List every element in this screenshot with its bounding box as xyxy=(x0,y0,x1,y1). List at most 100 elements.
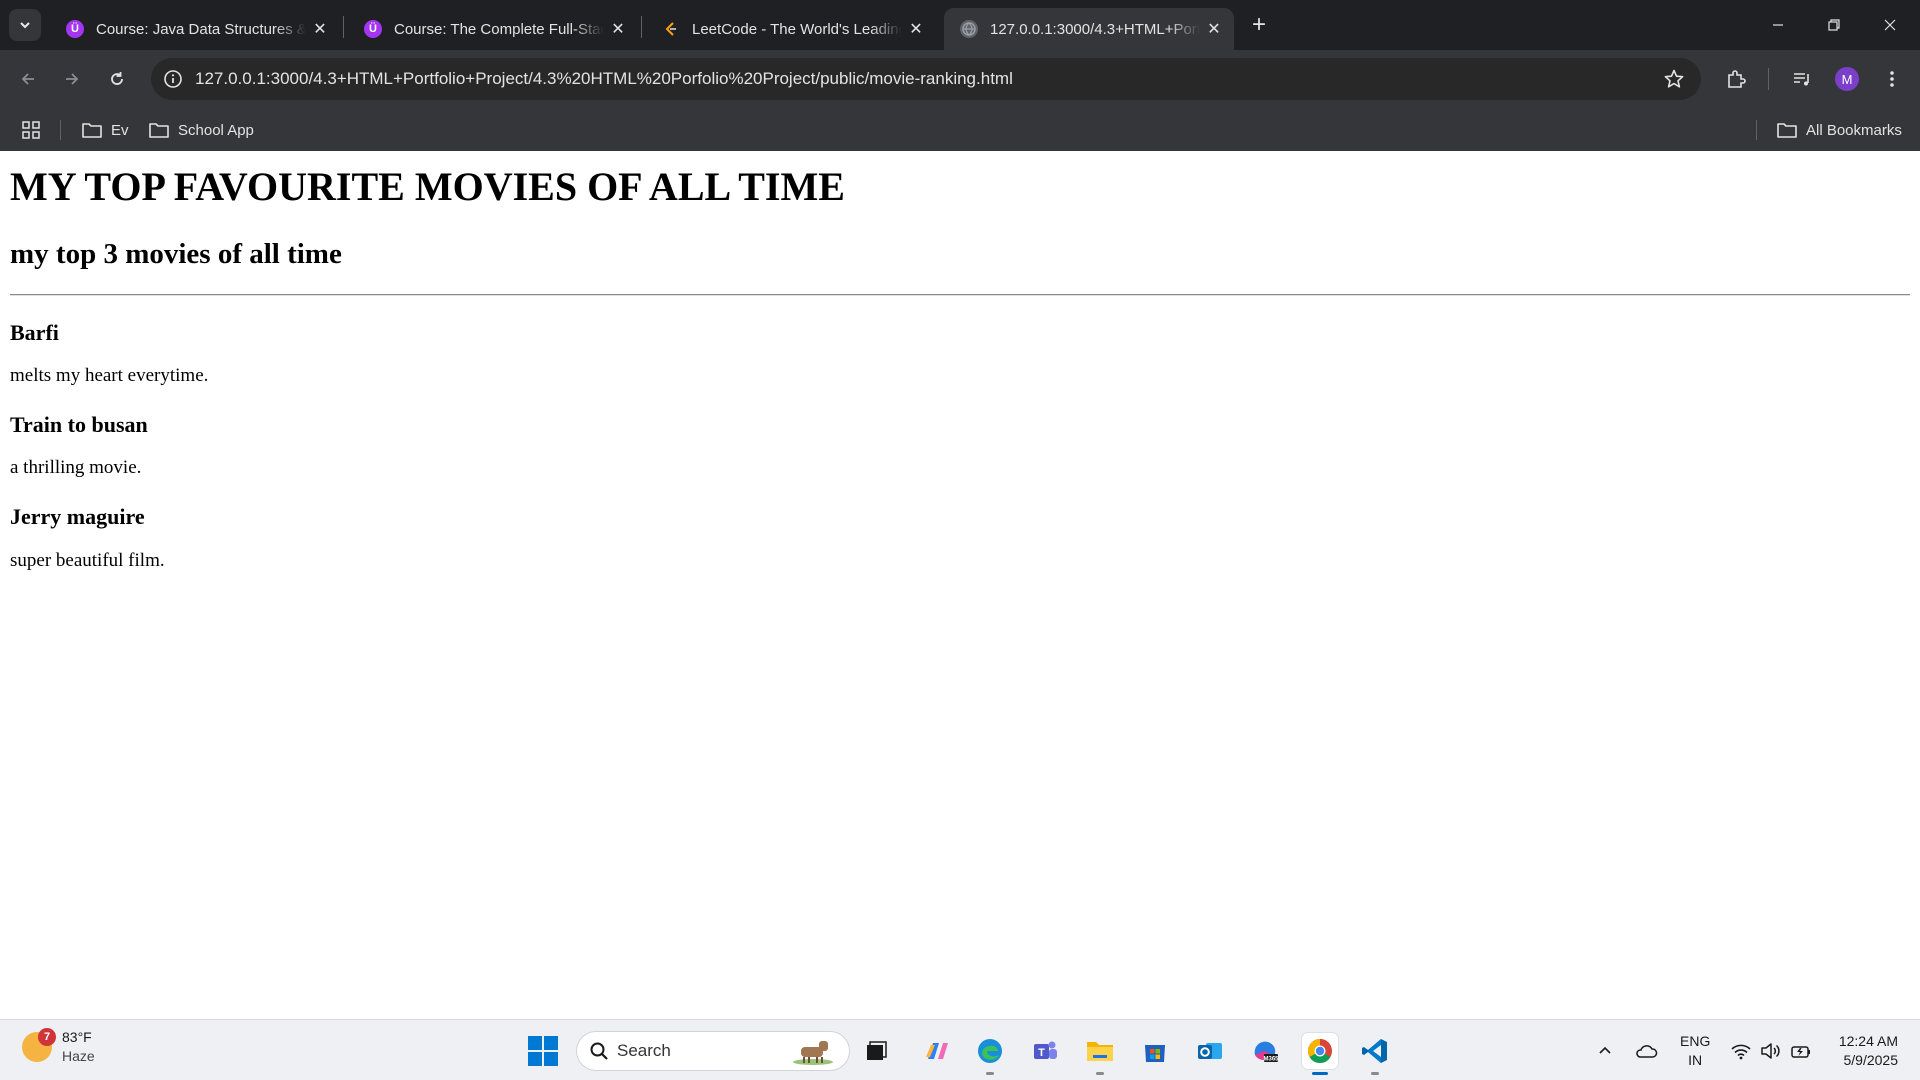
toolbar-divider xyxy=(1768,68,1769,90)
chevron-down-icon xyxy=(20,22,30,29)
task-view-icon xyxy=(867,1041,887,1060)
udemy-icon: Ü xyxy=(364,20,382,38)
copilot-button[interactable] xyxy=(918,1033,954,1069)
udemy-icon: Ü xyxy=(66,20,84,38)
close-icon[interactable]: ✕ xyxy=(902,19,930,39)
movie-description: melts my heart everytime. xyxy=(10,365,209,387)
arrow-left-icon xyxy=(21,73,34,85)
outlook-button[interactable] xyxy=(1192,1033,1228,1069)
language-indicator[interactable]: ENG IN xyxy=(1680,1032,1710,1070)
cloud-icon xyxy=(1636,1044,1658,1058)
bookmarks-bar: Ev School App All Bookmarks xyxy=(0,108,1920,151)
edge-icon xyxy=(978,1039,1002,1063)
onedrive-button[interactable] xyxy=(1634,1020,1658,1080)
start-button[interactable] xyxy=(527,1035,559,1067)
bookmark-label: School App xyxy=(178,121,254,139)
close-icon[interactable]: ✕ xyxy=(604,19,632,39)
url-text[interactable]: 127.0.0.1:3000/4.3+HTML+Portfolio+Projec… xyxy=(195,69,1013,89)
arrow-right-icon xyxy=(66,73,79,85)
extensions-button[interactable] xyxy=(1720,63,1752,95)
reload-icon xyxy=(111,72,123,85)
back-button[interactable] xyxy=(12,63,44,95)
folder-icon xyxy=(149,123,169,138)
system-clock[interactable]: 12:24 AM 5/9/2025 xyxy=(1828,1032,1898,1070)
restore-icon xyxy=(1828,19,1840,31)
minimize-icon xyxy=(1773,24,1783,26)
puzzle-icon xyxy=(1728,70,1746,88)
close-icon xyxy=(1884,19,1896,31)
volume-button[interactable] xyxy=(1760,1020,1782,1080)
page-subtitle: my top 3 movies of all time xyxy=(10,238,342,270)
running-indicator xyxy=(1371,1072,1379,1075)
tab-title: Course: The Complete Full-Stack Web Deve… xyxy=(394,20,604,38)
bookmark-folder-ev[interactable]: Ev xyxy=(81,119,129,141)
tab-divider xyxy=(343,16,344,38)
close-icon[interactable]: ✕ xyxy=(306,19,334,39)
chevron-up-icon xyxy=(1599,1046,1611,1054)
battery-charging-icon xyxy=(1791,1045,1810,1058)
playlist-icon xyxy=(1794,73,1809,86)
movie-description: super beautiful film. xyxy=(10,549,165,571)
tab-localhost[interactable]: 127.0.0.1:3000/4.3+HTML+Portfolio+Projec… xyxy=(944,8,1234,50)
tab-leetcode[interactable]: LeetCode - The World's Leading Online Pr… xyxy=(646,8,936,50)
teams-button[interactable]: T xyxy=(1027,1033,1063,1069)
folder-icon xyxy=(1087,1042,1113,1061)
profile-button[interactable]: M xyxy=(1831,63,1863,95)
address-bar[interactable]: 127.0.0.1:3000/4.3+HTML+Portfolio+Projec… xyxy=(151,58,1701,100)
running-indicator xyxy=(1312,1072,1328,1075)
teams-icon: T xyxy=(1034,1041,1057,1059)
tab-strip: Ü Course: Java Data Structures & Algorit… xyxy=(0,0,1920,50)
page-title: MY TOP FAVOURITE MOVIES OF ALL TIME xyxy=(10,164,845,209)
tab-title: Course: Java Data Structures & Algorithm… xyxy=(96,20,306,38)
folder-icon xyxy=(82,123,102,138)
language-region: IN xyxy=(1688,1052,1703,1068)
movie-title: Jerry maguire xyxy=(10,504,145,530)
file-explorer-button[interactable] xyxy=(1082,1033,1118,1075)
microsoft-store-button[interactable] xyxy=(1137,1033,1173,1069)
movie-title: Train to busan xyxy=(10,411,148,437)
weather-condition: Haze xyxy=(62,1048,95,1064)
close-window-button[interactable] xyxy=(1862,0,1918,50)
chrome-button[interactable] xyxy=(1302,1033,1338,1075)
weather-widget[interactable]: 7 83°F Haze xyxy=(22,1028,95,1066)
divider xyxy=(10,293,1910,296)
movie-title: Barfi xyxy=(10,319,59,345)
windows-logo-icon xyxy=(528,1036,558,1066)
tab-search-button[interactable] xyxy=(9,9,41,41)
edge-button[interactable] xyxy=(972,1033,1008,1075)
new-tab-button[interactable]: + xyxy=(1244,10,1274,40)
microsoft-365-button[interactable]: M365 xyxy=(1247,1033,1283,1069)
web-page: MY TOP FAVOURITE MOVIES OF ALL TIME my t… xyxy=(0,151,1920,1019)
bookmark-folder-school-app[interactable]: School App xyxy=(148,119,254,141)
vs-code-icon xyxy=(1362,1039,1387,1063)
all-bookmarks-button[interactable]: All Bookmarks xyxy=(1776,119,1902,141)
chrome-icon xyxy=(1307,1039,1332,1064)
task-view-button[interactable] xyxy=(858,1033,894,1069)
network-button[interactable] xyxy=(1730,1020,1752,1080)
menu-button[interactable] xyxy=(1876,63,1908,95)
close-icon[interactable]: ✕ xyxy=(1200,19,1228,39)
apps-shortcut[interactable] xyxy=(21,119,49,141)
store-icon xyxy=(1145,1045,1165,1062)
clock-time: 12:24 AM xyxy=(1838,1033,1898,1049)
svg-text:M365: M365 xyxy=(1263,1057,1279,1063)
battery-button[interactable] xyxy=(1790,1020,1812,1080)
bookmark-star-icon[interactable] xyxy=(1663,68,1685,95)
site-info-icon[interactable] xyxy=(163,69,183,94)
show-hidden-icons-button[interactable] xyxy=(1596,1020,1614,1080)
wifi-icon xyxy=(1731,1044,1751,1059)
copilot-icon xyxy=(926,1043,948,1059)
search-icon xyxy=(590,1042,608,1060)
media-control-button[interactable] xyxy=(1786,63,1818,95)
restore-button[interactable] xyxy=(1806,0,1862,50)
forward-button[interactable] xyxy=(56,63,88,95)
tab-fullstack-course[interactable]: Ü Course: The Complete Full-Stack Web De… xyxy=(348,8,638,50)
taskbar-search[interactable]: Search xyxy=(576,1031,850,1071)
speaker-icon xyxy=(1761,1042,1780,1059)
tab-java-course[interactable]: Ü Course: Java Data Structures & Algorit… xyxy=(50,8,340,50)
folder-icon xyxy=(1777,123,1797,138)
vs-code-button[interactable] xyxy=(1357,1033,1393,1075)
reload-button[interactable] xyxy=(101,63,133,95)
weather-badge: 7 xyxy=(38,1028,56,1046)
minimize-button[interactable] xyxy=(1750,0,1806,50)
